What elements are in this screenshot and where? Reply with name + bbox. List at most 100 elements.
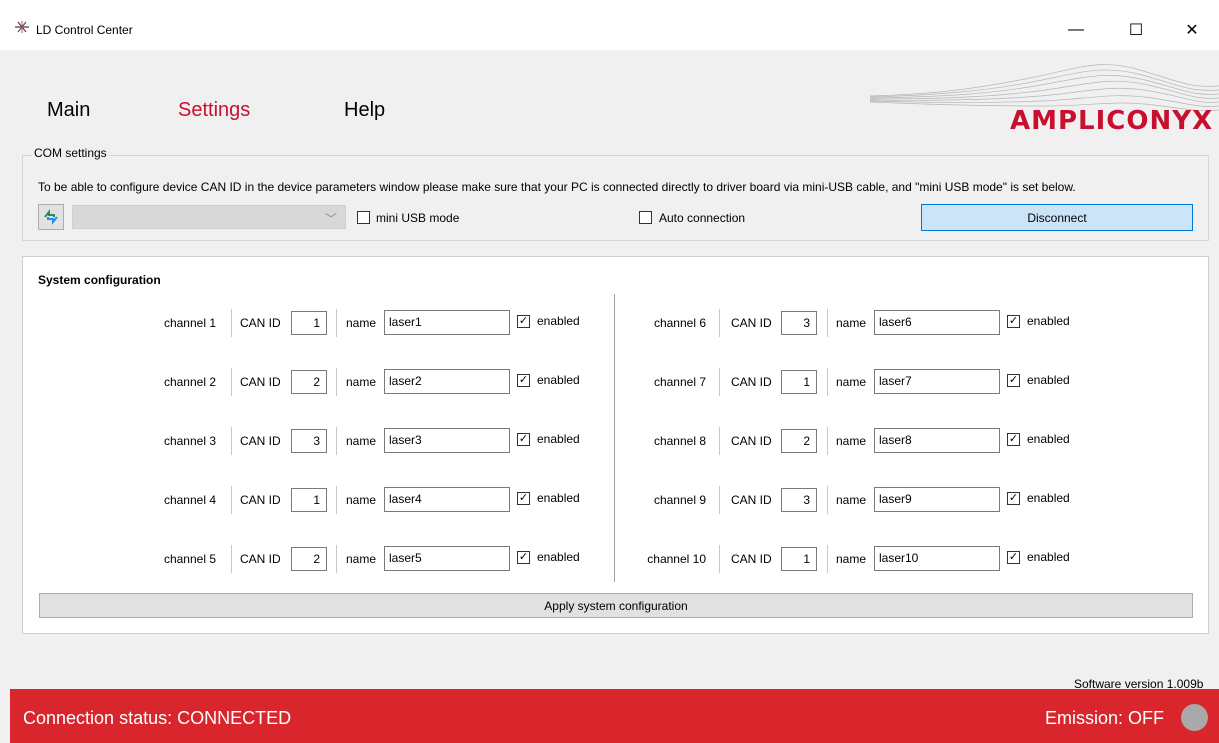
channel-label: channel 10	[647, 552, 706, 566]
can-id-field[interactable]: 3	[781, 488, 817, 512]
check-icon: ✓	[1008, 315, 1019, 327]
separator	[719, 545, 720, 573]
enabled-label: enabled	[1027, 373, 1070, 387]
minimize-button[interactable]: —	[1053, 12, 1099, 48]
can-id-label: CAN ID	[240, 552, 281, 566]
enabled-checkbox[interactable]: ✓	[1007, 433, 1020, 446]
system-configuration-title: System configuration	[38, 273, 161, 287]
name-label: name	[836, 493, 867, 507]
separator	[231, 309, 232, 337]
enabled-label: enabled	[1027, 550, 1070, 564]
channel-name-field[interactable]: laser9	[874, 487, 1000, 512]
separator	[827, 486, 828, 514]
enabled-checkbox[interactable]: ✓	[517, 433, 530, 446]
channel-label: channel 8	[653, 434, 706, 448]
can-id-field[interactable]: 1	[781, 370, 817, 394]
name-label: name	[836, 552, 867, 566]
channel-name-field[interactable]: laser10	[874, 546, 1000, 571]
enabled-checkbox[interactable]: ✓	[517, 374, 530, 387]
menu-main[interactable]: Main	[47, 99, 90, 122]
enabled-label: enabled	[537, 314, 580, 328]
emission-indicator-icon	[1181, 704, 1208, 731]
menu-help[interactable]: Help	[344, 99, 385, 122]
can-id-field[interactable]: 2	[291, 547, 327, 571]
separator	[336, 427, 337, 455]
enabled-checkbox[interactable]: ✓	[1007, 492, 1020, 505]
mini-usb-checkbox[interactable]	[357, 211, 370, 224]
can-id-label: CAN ID	[731, 316, 772, 330]
name-label: name	[836, 434, 867, 448]
channel-label: channel 7	[653, 375, 706, 389]
chevron-down-icon: ﹀	[324, 212, 337, 226]
channel-label: channel 3	[163, 434, 216, 448]
check-icon: ✓	[1008, 551, 1019, 563]
can-id-field[interactable]: 1	[291, 488, 327, 512]
separator	[336, 368, 337, 396]
separator	[719, 309, 720, 337]
title-bar: LD Control Center — ☐ ✕	[0, 0, 1219, 50]
apply-configuration-button[interactable]: Apply system configuration	[39, 593, 1193, 618]
menu-settings[interactable]: Settings	[178, 99, 250, 122]
separator	[719, 427, 720, 455]
can-id-field[interactable]: 1	[781, 547, 817, 571]
enabled-label: enabled	[537, 373, 580, 387]
app-icon	[15, 21, 29, 33]
can-id-label: CAN ID	[731, 552, 772, 566]
can-id-field[interactable]: 3	[291, 429, 327, 453]
separator	[231, 427, 232, 455]
enabled-label: enabled	[1027, 432, 1070, 446]
refresh-icon	[44, 209, 58, 225]
channel-label: channel 5	[163, 552, 216, 566]
com-port-select[interactable]: ﹀	[72, 205, 346, 229]
connection-status: Connection status: CONNECTED	[23, 708, 292, 728]
name-label: name	[346, 375, 377, 389]
disconnect-button[interactable]: Disconnect	[921, 204, 1193, 231]
separator	[336, 309, 337, 337]
enabled-checkbox[interactable]: ✓	[517, 315, 530, 328]
maximize-button[interactable]: ☐	[1113, 12, 1159, 48]
brand-logo-text: AMPLICONYX	[1010, 106, 1214, 136]
separator	[719, 368, 720, 396]
separator	[231, 545, 232, 573]
can-id-field[interactable]: 2	[291, 370, 327, 394]
name-label: name	[836, 316, 867, 330]
enabled-label: enabled	[537, 491, 580, 505]
channel-name-field[interactable]: laser2	[384, 369, 510, 394]
channel-name-field[interactable]: laser4	[384, 487, 510, 512]
enabled-label: enabled	[1027, 314, 1070, 328]
refresh-ports-button[interactable]	[38, 204, 64, 230]
check-icon: ✓	[1008, 433, 1019, 445]
name-label: name	[346, 493, 377, 507]
can-id-label: CAN ID	[240, 434, 281, 448]
channel-name-field[interactable]: laser7	[874, 369, 1000, 394]
channel-name-field[interactable]: laser1	[384, 310, 510, 335]
auto-connection-label: Auto connection	[659, 211, 746, 225]
com-info-text: To be able to configure device CAN ID in…	[38, 180, 1076, 194]
channel-name-field[interactable]: laser8	[874, 428, 1000, 453]
auto-connection-checkbox[interactable]	[639, 211, 652, 224]
mini-usb-label: mini USB mode	[376, 211, 460, 225]
separator	[336, 545, 337, 573]
check-icon: ✓	[1008, 374, 1019, 386]
enabled-checkbox[interactable]: ✓	[517, 492, 530, 505]
can-id-field[interactable]: 2	[781, 429, 817, 453]
can-id-field[interactable]: 3	[781, 311, 817, 335]
enabled-label: enabled	[537, 550, 580, 564]
enabled-checkbox[interactable]: ✓	[1007, 374, 1020, 387]
channel-name-field[interactable]: laser6	[874, 310, 1000, 335]
name-label: name	[836, 375, 867, 389]
separator	[231, 486, 232, 514]
can-id-label: CAN ID	[240, 375, 281, 389]
channel-name-field[interactable]: laser3	[384, 428, 510, 453]
enabled-checkbox[interactable]: ✓	[1007, 551, 1020, 564]
close-button[interactable]: ✕	[1169, 12, 1215, 48]
enabled-checkbox[interactable]: ✓	[1007, 315, 1020, 328]
separator	[827, 309, 828, 337]
check-icon: ✓	[518, 315, 529, 327]
channel-name-field[interactable]: laser5	[384, 546, 510, 571]
can-id-field[interactable]: 1	[291, 311, 327, 335]
enabled-label: enabled	[537, 432, 580, 446]
enabled-checkbox[interactable]: ✓	[517, 551, 530, 564]
separator	[827, 545, 828, 573]
enabled-label: enabled	[1027, 491, 1070, 505]
